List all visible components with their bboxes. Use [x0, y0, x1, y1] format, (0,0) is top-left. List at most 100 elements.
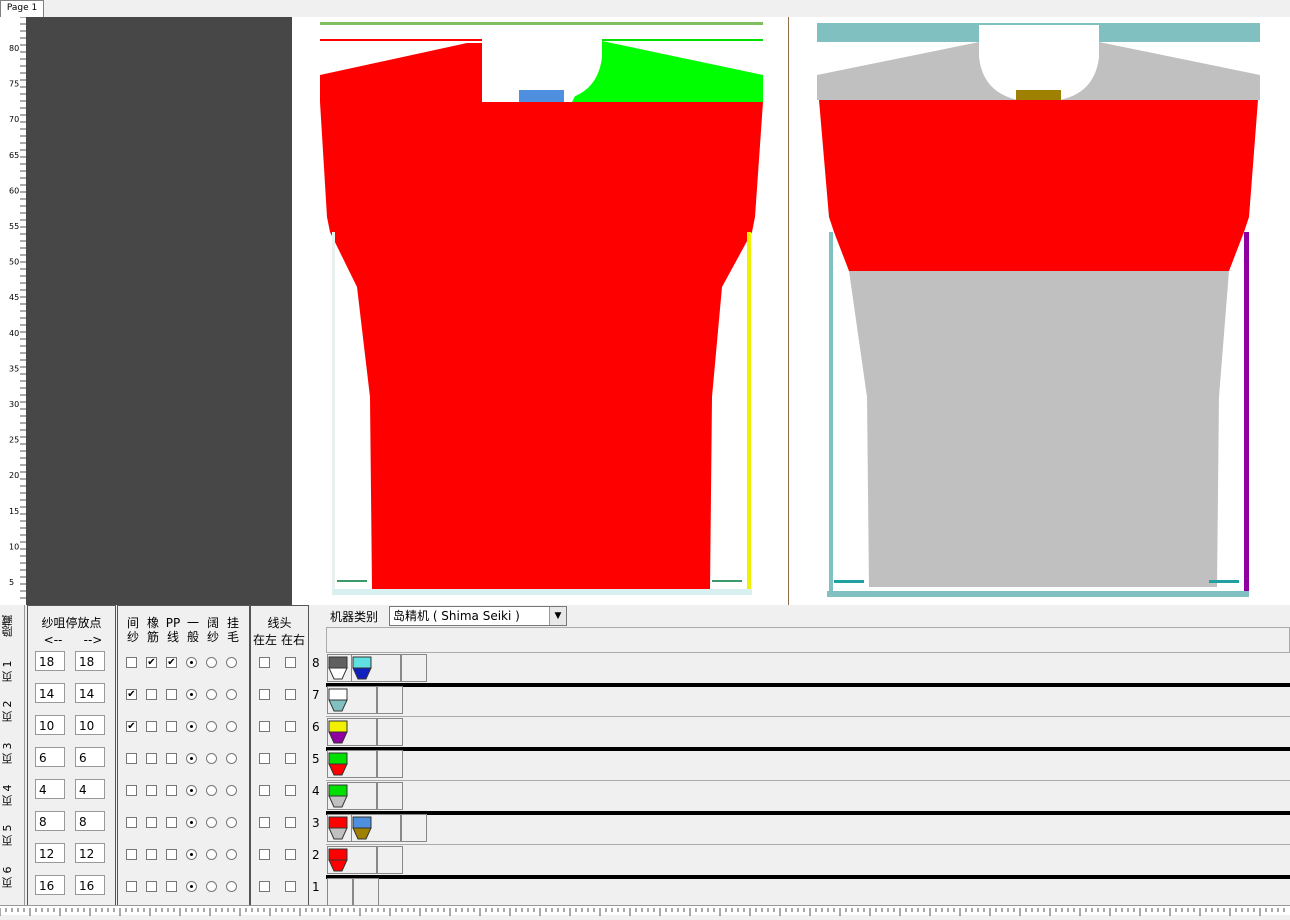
type-checkbox[interactable]	[166, 785, 177, 796]
type-radio[interactable]	[186, 817, 197, 828]
type-checkbox[interactable]	[146, 689, 157, 700]
type-radio[interactable]	[186, 849, 197, 860]
type-checkbox[interactable]	[126, 817, 137, 828]
type-radio[interactable]	[186, 753, 197, 764]
type-radio[interactable]	[226, 849, 237, 860]
type-checkbox[interactable]	[146, 753, 157, 764]
yarn-carrier-cell[interactable]	[327, 846, 377, 874]
side-tab-page-3[interactable]: 页 3	[0, 735, 22, 771]
type-checkbox[interactable]	[146, 881, 157, 892]
thread-checkbox[interactable]	[285, 817, 296, 828]
type-radio[interactable]	[186, 721, 197, 732]
thread-checkbox[interactable]	[285, 849, 296, 860]
type-radio[interactable]	[186, 785, 197, 796]
thread-checkbox[interactable]	[259, 689, 270, 700]
type-checkbox[interactable]	[126, 881, 137, 892]
yarn-carrier-cell[interactable]	[327, 686, 377, 714]
type-checkbox[interactable]	[146, 721, 157, 732]
type-checkbox[interactable]: ✔	[126, 721, 137, 732]
type-checkbox[interactable]	[126, 849, 137, 860]
type-checkbox[interactable]	[166, 817, 177, 828]
yarn-carrier-cell[interactable]	[327, 782, 377, 810]
yarn-stop-input[interactable]: 8	[35, 811, 65, 831]
type-checkbox[interactable]	[126, 657, 137, 668]
side-tab-hide[interactable]: 隐藏	[0, 610, 22, 642]
type-checkbox[interactable]	[166, 689, 177, 700]
yarn-carrier-cell[interactable]	[327, 718, 377, 746]
machine-type-select[interactable]: 岛精机 ( Shima Seiki ) ▼	[389, 606, 567, 626]
type-radio[interactable]	[226, 785, 237, 796]
type-radio[interactable]	[206, 689, 217, 700]
type-radio[interactable]	[206, 721, 217, 732]
type-radio[interactable]	[186, 881, 197, 892]
yarn-stop-input[interactable]: 16	[75, 875, 105, 895]
type-checkbox[interactable]	[146, 849, 157, 860]
yarn-stop-input[interactable]: 16	[35, 875, 65, 895]
thread-checkbox[interactable]	[259, 753, 270, 764]
type-checkbox[interactable]	[126, 753, 137, 764]
chevron-down-icon[interactable]: ▼	[549, 607, 566, 625]
type-radio[interactable]	[226, 753, 237, 764]
type-checkbox[interactable]: ✔	[166, 657, 177, 668]
yarn-stop-input[interactable]: 8	[75, 811, 105, 831]
type-radio[interactable]	[226, 721, 237, 732]
type-radio[interactable]	[206, 753, 217, 764]
side-tab-page-4[interactable]: 页 4	[0, 777, 22, 813]
type-checkbox[interactable]	[166, 849, 177, 860]
thread-checkbox[interactable]	[259, 657, 270, 668]
yarn-carrier-empty-cell[interactable]	[377, 750, 403, 778]
thread-checkbox[interactable]	[285, 785, 296, 796]
thread-checkbox[interactable]	[259, 817, 270, 828]
yarn-carrier-empty-cell[interactable]	[377, 782, 403, 810]
thread-checkbox[interactable]	[259, 881, 270, 892]
type-radio[interactable]	[186, 689, 197, 700]
yarn-carrier-empty-cell[interactable]	[377, 686, 403, 714]
type-checkbox[interactable]: ✔	[126, 689, 137, 700]
side-tab-page-5[interactable]: 页 5	[0, 817, 22, 853]
yarn-carrier-cell[interactable]	[327, 750, 377, 778]
yarn-stop-input[interactable]: 6	[75, 747, 105, 767]
yarn-stop-input[interactable]: 6	[35, 747, 65, 767]
thread-checkbox[interactable]	[285, 689, 296, 700]
yarn-carrier-empty-cell[interactable]	[401, 654, 427, 682]
thread-checkbox[interactable]	[259, 721, 270, 732]
yarn-stop-input[interactable]: 4	[75, 779, 105, 799]
type-radio[interactable]	[206, 881, 217, 892]
garment-back-panel[interactable]	[789, 17, 1290, 605]
type-checkbox[interactable]	[126, 785, 137, 796]
yarn-stop-input[interactable]: 18	[35, 651, 65, 671]
type-checkbox[interactable]	[146, 785, 157, 796]
type-radio[interactable]	[226, 817, 237, 828]
type-radio[interactable]	[226, 881, 237, 892]
type-radio[interactable]	[206, 657, 217, 668]
yarn-carrier-empty-cell[interactable]	[377, 718, 403, 746]
yarn-stop-input[interactable]: 12	[35, 843, 65, 863]
thread-checkbox[interactable]	[259, 785, 270, 796]
type-radio[interactable]	[206, 849, 217, 860]
thread-checkbox[interactable]	[285, 721, 296, 732]
side-tab-page-1[interactable]: 页 1	[0, 653, 22, 689]
type-radio[interactable]	[206, 817, 217, 828]
type-checkbox[interactable]	[166, 881, 177, 892]
type-radio[interactable]	[186, 657, 197, 668]
garment-front-panel[interactable]	[292, 17, 789, 605]
yarn-carrier-empty-cell[interactable]	[327, 878, 353, 906]
thread-checkbox[interactable]	[285, 753, 296, 764]
yarn-stop-input[interactable]: 10	[75, 715, 105, 735]
yarn-carrier-empty-cell[interactable]	[401, 814, 427, 842]
yarn-stop-input[interactable]: 12	[75, 843, 105, 863]
yarn-stop-input[interactable]: 4	[35, 779, 65, 799]
thread-checkbox[interactable]	[285, 881, 296, 892]
type-checkbox[interactable]	[166, 753, 177, 764]
side-tab-page-2[interactable]: 页 2	[0, 693, 22, 729]
type-checkbox[interactable]	[166, 721, 177, 732]
yarn-carrier-cell[interactable]	[351, 814, 401, 842]
type-checkbox[interactable]: ✔	[146, 657, 157, 668]
tab-page-1[interactable]: Page 1	[0, 0, 44, 17]
type-radio[interactable]	[226, 657, 237, 668]
yarn-stop-input[interactable]: 14	[75, 683, 105, 703]
yarn-stop-input[interactable]: 14	[35, 683, 65, 703]
thread-checkbox[interactable]	[285, 657, 296, 668]
type-checkbox[interactable]	[146, 817, 157, 828]
yarn-stop-input[interactable]: 18	[75, 651, 105, 671]
